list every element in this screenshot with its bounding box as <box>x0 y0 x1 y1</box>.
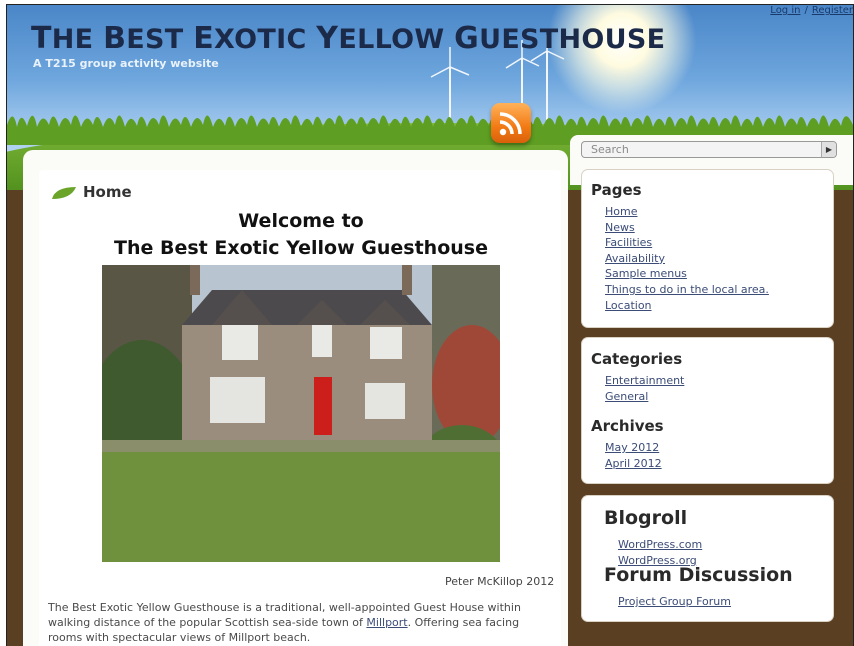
site-title[interactable]: THE BEST EXOTIC YELLOW GUESTHOUSE <box>31 21 665 56</box>
site-subtitle: A T215 group activity website <box>33 57 219 70</box>
millport-link[interactable]: Millport <box>366 616 407 629</box>
pages-title: Pages <box>591 181 642 199</box>
site-frame: THE BEST EXOTIC YELLOW GUESTHOUSE A T215… <box>6 4 854 646</box>
rss-glyph-icon <box>499 112 522 136</box>
login-link[interactable]: Log in <box>770 5 800 16</box>
account-links: Log in / Register <box>770 5 853 16</box>
title-part: UESTHOUSE <box>479 24 666 55</box>
category-link[interactable]: Entertainment <box>605 373 684 389</box>
pages-widget: Pages Home News Facilities Availability … <box>582 170 833 327</box>
rss-feed-icon[interactable] <box>491 103 531 143</box>
intro-paragraph: The Best Exotic Yellow Guesthouse is a t… <box>48 600 548 645</box>
sidebar-item-sample-menus[interactable]: Sample menus <box>605 266 769 282</box>
title-part: E <box>193 21 214 56</box>
categories-widget: Categories Entertainment General Archive… <box>582 338 833 483</box>
link-separator: / <box>804 5 808 16</box>
title-part: T <box>31 21 52 56</box>
photo-credit: Peter McKillop 2012 <box>445 575 555 588</box>
title-part: B <box>103 21 127 56</box>
sidebar-item-facilities[interactable]: Facilities <box>605 235 769 251</box>
title-part: EST <box>126 24 194 55</box>
archives-title: Archives <box>591 417 664 435</box>
sidebar-item-news[interactable]: News <box>605 220 769 236</box>
guesthouse-photo <box>102 265 500 562</box>
sidebar-item-things-to-do[interactable]: Things to do in the local area. <box>605 282 769 298</box>
blogroll-link[interactable]: WordPress.com <box>618 537 702 553</box>
blogroll-title: Blogroll <box>604 507 688 529</box>
forum-list: Project Group Forum <box>618 594 731 610</box>
title-part: ELLOW <box>338 24 455 55</box>
search-placeholder: Search <box>591 143 629 156</box>
leaf-icon <box>52 187 76 199</box>
welcome-line: Welcome to <box>238 210 364 232</box>
search-input[interactable]: Search ▶ <box>581 141 837 158</box>
title-part: XOTIC <box>214 24 317 55</box>
welcome-heading: Welcome to The Best Exotic Yellow Guesth… <box>39 208 563 262</box>
categories-title: Categories <box>591 350 683 368</box>
forum-title: Forum Discussion <box>604 564 793 586</box>
title-part: G <box>454 21 480 56</box>
forum-link[interactable]: Project Group Forum <box>618 594 731 610</box>
register-link[interactable]: Register <box>812 5 853 16</box>
sidebar-item-availability[interactable]: Availability <box>605 251 769 267</box>
blogroll-widget: Blogroll WordPress.com WordPress.org For… <box>582 496 833 621</box>
archives-list: May 2012 April 2012 <box>605 440 662 471</box>
categories-list: Entertainment General <box>605 373 684 404</box>
category-link[interactable]: General <box>605 389 684 405</box>
welcome-line: The Best Exotic Yellow Guesthouse <box>114 237 488 259</box>
pages-list: Home News Facilities Availability Sample… <box>605 204 769 313</box>
archive-link[interactable]: April 2012 <box>605 456 662 472</box>
page-title: Home <box>83 183 132 201</box>
title-part: HE <box>51 24 104 55</box>
sidebar-item-location[interactable]: Location <box>605 298 769 314</box>
archive-link[interactable]: May 2012 <box>605 440 662 456</box>
play-arrow-icon[interactable]: ▶ <box>821 142 836 157</box>
title-part: Y <box>316 21 339 56</box>
sidebar-item-home[interactable]: Home <box>605 204 769 220</box>
